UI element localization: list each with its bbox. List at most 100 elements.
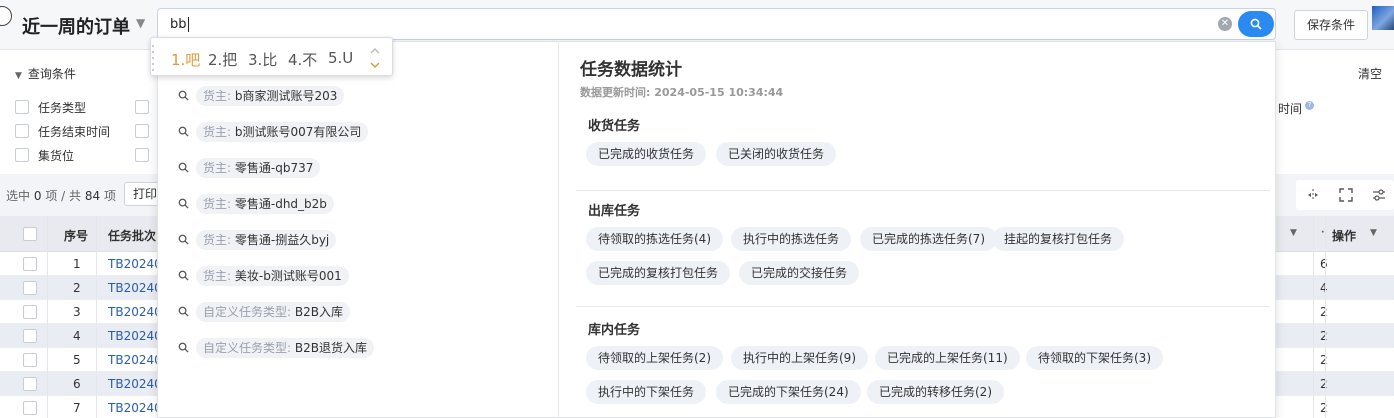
ime-candidate[interactable]: 3.比 xyxy=(248,49,277,70)
stat-tag[interactable]: 已完成的下架任务(24) xyxy=(716,380,861,404)
brand-logo xyxy=(1372,6,1394,30)
col-header-batch[interactable]: 任务批次 xyxy=(108,227,156,244)
row-checkbox[interactable] xyxy=(23,377,37,391)
filter-label-task-type: 任务类型 xyxy=(38,101,87,115)
row-cell: 2 xyxy=(1320,377,1328,391)
row-checkbox[interactable] xyxy=(23,281,37,295)
settings-icon[interactable] xyxy=(1372,188,1386,202)
section-divider xyxy=(576,190,1270,191)
section-title-internal: 库内任务 xyxy=(588,323,641,338)
search-icon xyxy=(178,342,189,353)
row-checkbox[interactable] xyxy=(23,401,37,415)
fullscreen-icon[interactable] xyxy=(1339,188,1353,202)
help-icon[interactable]: ? xyxy=(1305,101,1314,110)
row-checkbox[interactable] xyxy=(23,329,37,343)
row-checkbox[interactable] xyxy=(23,353,37,367)
column-divider xyxy=(1313,216,1314,418)
filter-header-label: 查询条件 xyxy=(27,67,76,81)
title-dropdown-icon[interactable]: ▼ xyxy=(136,16,145,30)
selection-count: 选中 0 项 / 共 84 项 xyxy=(6,189,116,203)
search-dropdown: 货主: b商家测试账号203 货主: b测试账号007有限公司 货主: 零售通-… xyxy=(157,41,1276,418)
stat-tag[interactable]: 已完成的拣选任务(7) xyxy=(860,227,997,251)
row-index: 1 xyxy=(73,257,81,271)
stat-tag[interactable]: 待领取的上架任务(2) xyxy=(586,346,723,370)
col-header-ops[interactable]: 操作 xyxy=(1332,227,1356,244)
app-menu-icon[interactable] xyxy=(0,6,12,26)
save-conditions-button[interactable]: 保存条件 xyxy=(1294,10,1368,40)
filter-checkbox-end-time[interactable] xyxy=(15,124,29,138)
section-divider xyxy=(576,306,1270,307)
stat-tag[interactable]: 待领取的下架任务(3) xyxy=(1026,346,1163,370)
column-divider xyxy=(96,216,97,418)
clear-filters-button[interactable]: 清空 xyxy=(1358,65,1382,82)
stats-title: 任务数据统计 xyxy=(580,60,682,80)
suggestion-pill: 货主: 美妆-b测试账号001 xyxy=(196,266,349,286)
stats-update-time: 数据更新时间: 2024-05-15 10:34:44 xyxy=(580,86,784,99)
filter-toggle[interactable]: ▼ 查询条件 xyxy=(15,65,76,82)
column-header-cut: · xyxy=(1321,228,1325,238)
stat-tag[interactable]: 执行中的上架任务(9) xyxy=(731,346,868,370)
suggestion-pill: 自定义任务类型: B2B退货入库 xyxy=(196,338,374,358)
filter-checkbox[interactable] xyxy=(135,148,149,162)
suggestion-pill: 自定义任务类型: B2B入库 xyxy=(196,302,350,322)
section-title-receiving: 收货任务 xyxy=(588,119,641,134)
column-width-icon[interactable] xyxy=(1306,188,1320,202)
search-icon xyxy=(178,306,189,317)
stat-tag[interactable]: 挂起的复核打包任务 xyxy=(992,227,1125,251)
search-icon xyxy=(178,270,189,281)
drag-handle-icon[interactable] xyxy=(151,42,155,72)
clear-search-icon[interactable]: ✕ xyxy=(1218,17,1232,31)
row-index: 3 xyxy=(73,305,81,319)
ime-candidate[interactable]: 4.不 xyxy=(288,49,317,70)
suggestion-pill: 货主: b商家测试账号203 xyxy=(196,86,345,106)
search-input-value: bb xyxy=(170,17,189,32)
stat-tag[interactable]: 已关闭的收货任务 xyxy=(716,142,837,166)
sort-caret-icon[interactable]: ▼ xyxy=(1290,228,1297,238)
stat-tag[interactable]: 已完成的复核打包任务 xyxy=(586,261,731,285)
stat-tag[interactable]: 已完成的交接任务 xyxy=(739,261,860,285)
filter-checkbox-task-type[interactable] xyxy=(15,100,29,114)
filter-checkbox[interactable] xyxy=(135,124,149,138)
ops-dropdown-icon[interactable]: ▼ xyxy=(1370,228,1377,238)
row-cell: 6 xyxy=(1320,257,1328,271)
stat-tag[interactable]: 已完成的收货任务 xyxy=(586,142,707,166)
row-cell: 2 xyxy=(1320,353,1328,367)
stat-tag[interactable]: 已完成的转移任务(2) xyxy=(867,380,1004,404)
search-icon xyxy=(178,126,189,137)
suggestion-list: 货主: b商家测试账号203 货主: b测试账号007有限公司 货主: 零售通-… xyxy=(158,42,559,418)
row-cell: 2 xyxy=(1320,305,1328,319)
row-index: 2 xyxy=(73,281,81,295)
stat-tag[interactable]: 待领取的拣选任务(4) xyxy=(586,227,723,251)
row-index: 5 xyxy=(73,353,81,367)
select-all-checkbox[interactable] xyxy=(23,227,37,241)
search-icon xyxy=(178,162,189,173)
search-button[interactable] xyxy=(1238,11,1274,37)
row-index: 6 xyxy=(73,377,81,391)
ime-candidate[interactable]: 2.把 xyxy=(208,49,237,70)
ime-candidate[interactable]: 5.U xyxy=(328,49,353,67)
search-icon xyxy=(178,198,189,209)
filter-checkbox[interactable] xyxy=(135,100,149,114)
page-title[interactable]: 近一周的订单 xyxy=(22,13,130,39)
suggestion-pill: 货主: 零售通-qb737 xyxy=(196,158,321,178)
search-input[interactable]: bb xyxy=(157,8,1276,40)
ime-candidate[interactable]: 1.吧 xyxy=(171,49,200,70)
ime-candidate-bar: 1.吧 2.把 3.比 4.不 5.U xyxy=(150,37,393,76)
search-icon xyxy=(178,234,189,245)
section-title-outbound: 出库任务 xyxy=(588,204,641,219)
suggestion-pill: 货主: b测试账号007有限公司 xyxy=(196,122,369,142)
stat-tag[interactable]: 执行中的拣选任务 xyxy=(731,227,852,251)
stat-tag[interactable]: 已完成的上架任务(11) xyxy=(875,346,1020,370)
row-index: 7 xyxy=(73,401,81,415)
task-stats-panel: 任务数据统计 数据更新时间: 2024-05-15 10:34:44 收货任务 … xyxy=(560,42,1276,418)
row-checkbox[interactable] xyxy=(23,305,37,319)
page-arrows-icon[interactable] xyxy=(369,44,381,72)
row-cell: 2 xyxy=(1320,401,1328,415)
column-divider xyxy=(1325,216,1326,418)
row-checkbox[interactable] xyxy=(23,257,37,271)
col-header-index[interactable]: 序号 xyxy=(64,227,88,244)
filter-checkbox-staging[interactable] xyxy=(15,148,29,162)
chevron-down-icon: ▼ xyxy=(15,71,22,81)
row-index: 4 xyxy=(73,329,81,343)
stat-tag[interactable]: 执行中的下架任务 xyxy=(586,380,707,404)
